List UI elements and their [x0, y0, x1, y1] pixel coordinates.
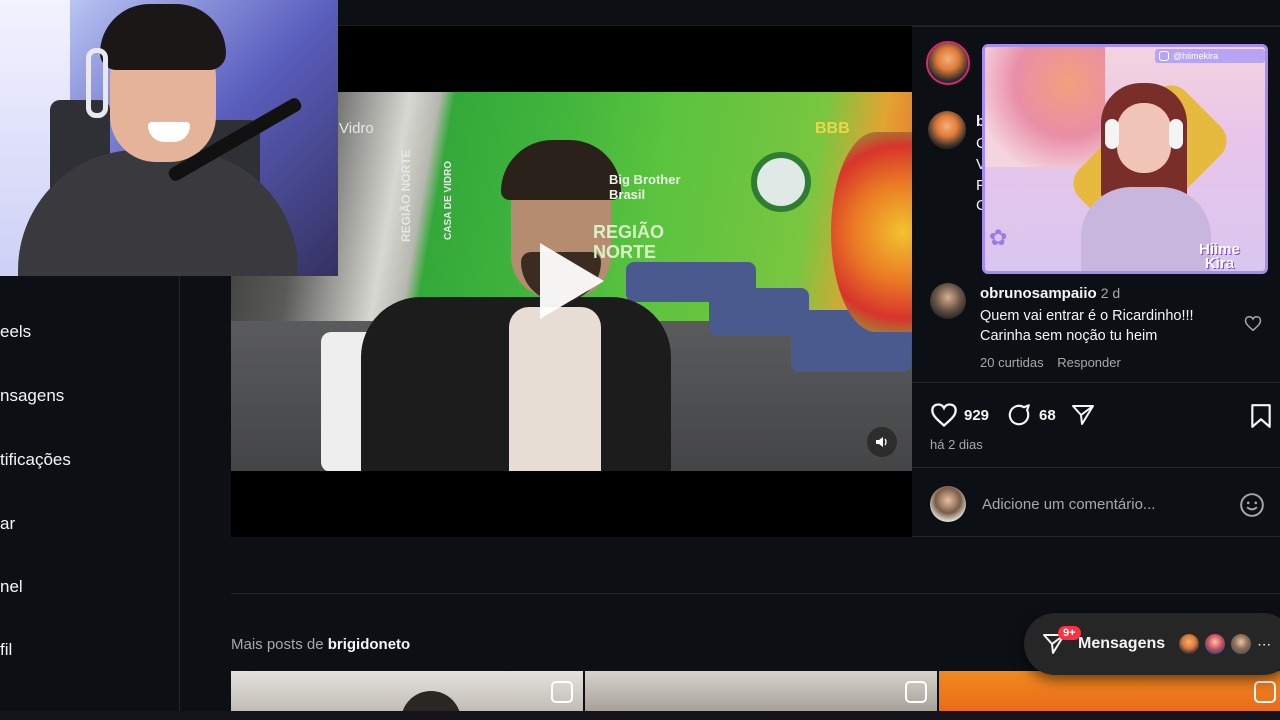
sidebar-item-label: tificações: [0, 450, 71, 469]
avatar: [1203, 632, 1228, 656]
sidebar-item-label: ar: [0, 514, 16, 533]
more-posts-prefix: Mais posts de: [231, 636, 328, 653]
headphones-icon: [86, 48, 108, 118]
reel-icon: [1254, 681, 1276, 703]
author-avatar[interactable]: [926, 41, 970, 85]
logo-line: Kira: [1204, 255, 1235, 272]
add-comment-input[interactable]: Adicione um comentário...: [982, 496, 1155, 513]
video-text-bbb-logo: Big Brother Brasil: [609, 172, 681, 202]
more-posts-username[interactable]: brigidoneto: [328, 636, 411, 653]
comment-text-line: Quem vai entrar é o Ricardinho!!!: [980, 308, 1194, 324]
video-text-vidro: Vidro: [339, 120, 374, 137]
avatar: [1177, 632, 1202, 656]
comment-like-icon[interactable]: [1244, 315, 1262, 332]
comment-username[interactable]: obrunosampaiio 2 d: [980, 285, 1120, 302]
webcam-hair: [100, 4, 226, 70]
headphones-icon: [1169, 119, 1183, 149]
comment-likes[interactable]: 20 curtidas: [980, 355, 1044, 370]
post-timestamp: há 2 dias: [930, 437, 983, 452]
comment-time: 2 d: [1100, 285, 1121, 301]
sidebar-item-label: nel: [0, 577, 23, 596]
caption-avatar[interactable]: [928, 111, 966, 149]
volume-icon[interactable]: [867, 427, 897, 457]
streamer-webcam: [0, 0, 338, 276]
sidebar-item-label: nsagens: [0, 386, 65, 405]
more-icon: ⋯: [1257, 635, 1272, 652]
save-icon[interactable]: [1250, 403, 1272, 429]
emoji-icon[interactable]: [1239, 492, 1265, 518]
messages-button[interactable]: Mensagens ⋯: [1024, 613, 1280, 675]
video-text-bbb: BBB: [815, 120, 850, 137]
headphones-icon: [1105, 119, 1119, 149]
comment-username-text[interactable]: obrunosampaiio: [980, 285, 1097, 302]
video-text-region-2: REGIÃO NORTE: [593, 222, 665, 262]
flower-icon: ✿: [989, 225, 1008, 250]
webcam-face: [1117, 103, 1171, 173]
guest-webcam: @hiimekira Hiime Kira ✿: [982, 44, 1268, 274]
share-icon[interactable]: [1070, 403, 1096, 427]
instagram-handle-tag: @hiimekira: [1155, 49, 1265, 63]
comment-reply-button[interactable]: Responder: [1057, 355, 1121, 370]
webcam-sweater: [1081, 187, 1211, 271]
sidebar-item-reels[interactable]: eels: [0, 322, 31, 342]
video-eye-mascot: [751, 152, 811, 212]
messages-avatars: [1177, 632, 1254, 656]
like-icon[interactable]: [930, 402, 958, 428]
taskbar-strip: [0, 711, 1280, 720]
post-actions: 929 68: [930, 401, 1096, 429]
messages-label: Mensagens: [1078, 635, 1166, 652]
play-icon[interactable]: [540, 243, 604, 319]
streamer-logo: Hiime Kira: [1199, 242, 1240, 272]
sidebar-item-profile[interactable]: fil: [0, 640, 12, 660]
video-person-hair: [501, 140, 621, 200]
like-count[interactable]: 929: [964, 407, 989, 424]
webcam-wall-art: [985, 47, 1105, 167]
more-posts-heading: Mais posts de brigidoneto: [231, 636, 410, 653]
video-text-house: CASA DE VIDRO: [443, 160, 454, 240]
sidebar-item-messages[interactable]: nsagens: [0, 386, 64, 406]
instagram-post-page: eels nsagens tificações ar nel fil Vidro…: [0, 0, 1280, 720]
sidebar-item-dashboard[interactable]: nel: [0, 577, 23, 597]
sidebar-item-notifications[interactable]: tificações: [0, 450, 71, 470]
sidebar-item-label: eels: [0, 322, 32, 341]
commenter-avatar[interactable]: [930, 283, 966, 319]
sidebar-item-create[interactable]: ar: [0, 514, 15, 534]
reel-icon: [905, 681, 927, 703]
current-user-avatar: [930, 486, 966, 522]
comment-icon[interactable]: [1005, 402, 1033, 428]
comment-count[interactable]: 68: [1039, 407, 1056, 424]
video-text-region: REGIÃO NORTE: [399, 149, 413, 242]
unread-badge: 9+: [1058, 626, 1081, 640]
instagram-handle: @hiimekira: [1173, 51, 1219, 61]
comment-text: Quem vai entrar é o Ricardinho!!! Carinh…: [980, 306, 1240, 346]
comment-text-line: Carinha sem noção tu heim: [980, 328, 1158, 344]
avatar: [1229, 632, 1254, 656]
video-swirl-wall: [831, 132, 912, 332]
sidebar-item-label: fil: [0, 640, 13, 659]
instagram-icon: [1159, 51, 1169, 61]
divider: [912, 467, 1280, 468]
section-divider: [231, 593, 1280, 594]
video-person-shirt: [509, 307, 601, 471]
comment-meta: 20 curtidas Responder: [980, 355, 1131, 370]
reel-icon: [551, 681, 573, 703]
divider: [912, 382, 1280, 383]
top-bar: [338, 0, 1280, 26]
